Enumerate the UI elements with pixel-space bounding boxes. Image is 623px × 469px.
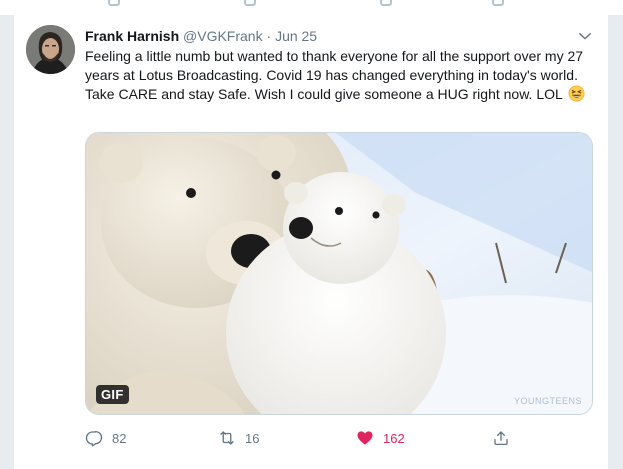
tweet-actions: 82 16 162 xyxy=(85,427,565,449)
share-icon xyxy=(494,431,508,446)
retweet-button[interactable]: 16 xyxy=(218,427,259,449)
author-handle[interactable]: @VGKFrank xyxy=(183,28,263,44)
reply-button[interactable]: 82 xyxy=(85,427,126,449)
tweet-text: Feeling a little numb but wanted to than… xyxy=(85,48,584,102)
share-icon[interactable] xyxy=(492,0,504,6)
share-button[interactable] xyxy=(492,427,519,449)
tweet-media-gif[interactable]: GIF YOUNGTEENS xyxy=(85,132,593,415)
tweet-text-block: Feeling a little numb but wanted to than… xyxy=(85,47,595,104)
like-icon[interactable] xyxy=(380,0,392,6)
retweet-count: 16 xyxy=(245,430,260,446)
tweet-header: Frank Harnish @VGKFrank · Jun 25 xyxy=(85,27,317,45)
separator-dot: · xyxy=(266,28,272,44)
tweet[interactable]: Frank Harnish @VGKFrank · Jun 25 Feeling… xyxy=(13,15,609,469)
retweet-icon xyxy=(220,431,234,445)
previous-tweet-actions-strip xyxy=(0,0,623,16)
reply-icon xyxy=(85,430,103,447)
gif-badge: GIF xyxy=(96,385,129,404)
reply-count: 82 xyxy=(112,430,127,446)
media-watermark: YOUNGTEENS xyxy=(513,396,582,406)
grinning-squinting-face-icon xyxy=(568,85,585,102)
like-button[interactable]: 162 xyxy=(356,427,405,449)
heart-filled-icon xyxy=(357,431,373,445)
chevron-down-icon[interactable] xyxy=(576,27,594,45)
author-name[interactable]: Frank Harnish xyxy=(85,28,179,44)
reply-icon[interactable] xyxy=(108,0,120,6)
avatar[interactable] xyxy=(26,25,75,74)
like-count: 162 xyxy=(383,430,405,446)
tweet-date[interactable]: Jun 25 xyxy=(275,28,317,44)
retweet-icon[interactable] xyxy=(244,0,256,6)
